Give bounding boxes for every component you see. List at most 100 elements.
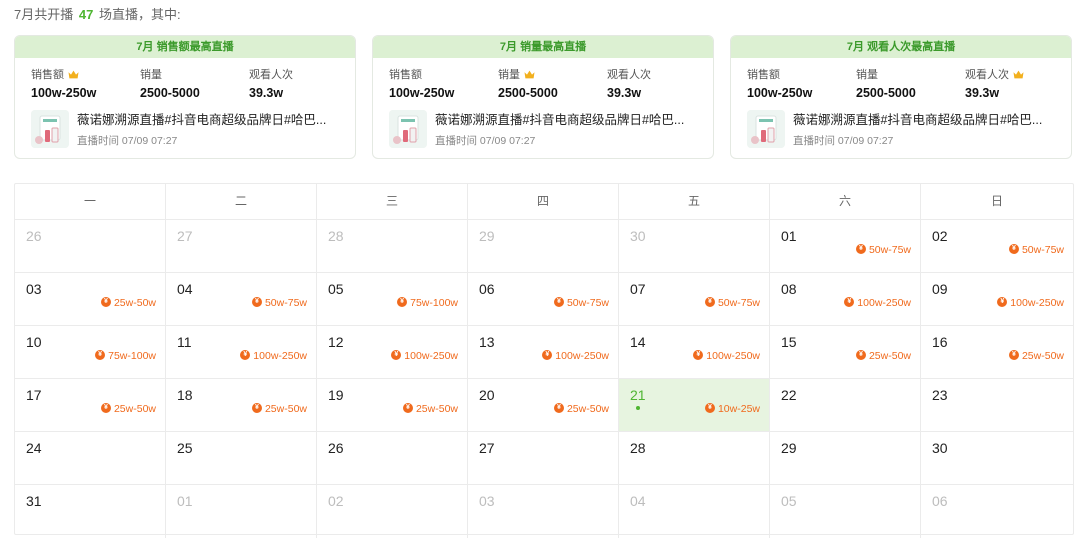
calendar-day[interactable]: 27 [166,220,317,273]
day-number: 11 [177,334,192,350]
day-number: 31 [26,493,42,509]
day-number: 05 [328,281,344,297]
calendar-day[interactable]: 23 [921,379,1073,432]
sales-range-tag: 25w-50w [553,403,609,415]
calendar-day[interactable]: 12 100w-250w [317,326,468,379]
day-number: 25 [177,440,193,456]
metric: 销量 2500-5000 [498,68,606,101]
calendar-day[interactable]: 07 50w-75w [619,273,770,326]
metric-value: 100w-250w [389,86,455,100]
calendar-day[interactable]: 15 25w-50w [770,326,921,379]
calendar-day[interactable]: 26 [317,432,468,485]
sales-range-text: 25w-50w [415,403,458,415]
calendar-day[interactable]: 30 [921,432,1073,485]
calendar-day[interactable]: 01 50w-75w [770,220,921,273]
calendar-day[interactable]: 01 [166,485,317,538]
calendar-day[interactable]: 11 100w-250w [166,326,317,379]
calendar-day[interactable]: 10 75w-100w [15,326,166,379]
day-number: 04 [177,281,193,297]
calendar-day[interactable]: 20 25w-50w [468,379,619,432]
live-time: 直播时间 07/09 07:27 [793,135,894,147]
live-thumbnail[interactable] [389,110,427,148]
crown-icon [1009,69,1024,81]
calendar-day[interactable]: 26 [15,220,166,273]
day-number: 14 [630,334,646,350]
sales-range-tag: 25w-50w [402,403,458,415]
calendar-day[interactable]: 28 [317,220,468,273]
sales-range-text: 10w-25w [717,403,760,415]
coin-icon [553,297,564,307]
day-number: 22 [781,387,797,403]
sales-range-text: 25w-50w [868,350,911,362]
metric: 销量 2500-5000 [140,68,248,101]
sales-range-text: 100w-250w [404,350,458,362]
coin-icon [100,403,111,413]
live-title[interactable]: 薇诺娜溯源直播#抖音电商超级品牌日#哈巴... [793,112,1065,128]
calendar-day[interactable]: 13 100w-250w [468,326,619,379]
metric: 观看人次 39.3w [965,68,1071,101]
calendar-day[interactable]: 24 [15,432,166,485]
calendar-day[interactable]: 08 100w-250w [770,273,921,326]
metric: 观看人次 39.3w [607,68,713,101]
metric: 销售额 100w-250w [389,68,497,101]
sales-range-text: 50w-75w [566,297,609,309]
top-live-card[interactable]: 7月 销售额最高直播 销售额 100w-250w 销量 2500-5000 观看人次 39.… [14,35,356,159]
metric: 销量 2500-5000 [856,68,964,101]
sales-range-text: 50w-75w [264,297,307,309]
calendar-day[interactable]: 09 100w-250w [921,273,1073,326]
calendar-day[interactable]: 17 25w-50w [15,379,166,432]
sales-range-tag: 50w-75w [251,297,307,309]
calendar-day[interactable]: 04 50w-75w [166,273,317,326]
sales-range-text: 25w-50w [113,403,156,415]
day-number: 02 [328,493,344,509]
calendar-day[interactable]: 28 [619,432,770,485]
coin-icon [844,297,855,307]
weekday-label: 二 [166,184,317,219]
sales-range-text: 75w-100w [108,350,156,362]
calendar-day[interactable]: 04 [619,485,770,538]
day-number: 27 [177,228,193,244]
calendar-day[interactable]: 02 50w-75w [921,220,1073,273]
coin-icon [1008,244,1019,254]
calendar-day[interactable]: 14 100w-250w [619,326,770,379]
calendar-day[interactable]: 18 25w-50w [166,379,317,432]
day-number: 03 [26,281,42,297]
day-number: 20 [479,387,495,403]
coin-icon [240,350,251,360]
weekday-label: 日 [990,194,1003,208]
calendar-day[interactable]: 29 [770,432,921,485]
day-number: 06 [932,493,948,509]
calendar-day[interactable]: 06 [921,485,1073,538]
calendar-day[interactable]: 16 25w-50w [921,326,1073,379]
calendar-day[interactable]: 02 [317,485,468,538]
calendar-day-today[interactable]: 21 10w-25w [619,379,770,432]
calendar-day[interactable]: 03 25w-50w [15,273,166,326]
calendar-day[interactable]: 03 [468,485,619,538]
calendar-day[interactable]: 29 [468,220,619,273]
sales-range-text: 50w-75w [1021,244,1064,256]
metric-label: 销售额 [747,68,855,82]
day-number: 06 [479,281,495,297]
calendar-day[interactable]: 30 [619,220,770,273]
calendar-day[interactable]: 27 [468,432,619,485]
top-live-card[interactable]: 7月 销量最高直播 销售额 100w-250w 销量 2500-5000 观看人次 39.3… [372,35,714,159]
calendar-day[interactable]: 22 [770,379,921,432]
sales-range-tag: 75w-100w [95,350,156,362]
live-thumbnail[interactable] [747,110,785,148]
calendar-day[interactable]: 19 25w-50w [317,379,468,432]
calendar-day[interactable]: 05 75w-100w [317,273,468,326]
calendar-day[interactable]: 25 [166,432,317,485]
metric: 销售额 100w-250w [31,68,139,101]
day-number: 03 [479,493,495,509]
calendar-day[interactable]: 06 50w-75w [468,273,619,326]
top-live-card[interactable]: 7月 观看人次最高直播 销售额 100w-250w 销量 2500-5000 观看人次 39… [730,35,1072,159]
day-number: 05 [781,493,797,509]
live-title[interactable]: 薇诺娜溯源直播#抖音电商超级品牌日#哈巴... [435,112,707,128]
calendar-day[interactable]: 31 [15,485,166,538]
sales-range-text: 100w-250w [555,350,609,362]
metric-label: 观看人次 [249,68,355,82]
day-number: 28 [630,440,646,456]
live-thumbnail[interactable] [31,110,69,148]
calendar-day[interactable]: 05 [770,485,921,538]
live-title[interactable]: 薇诺娜溯源直播#抖音电商超级品牌日#哈巴... [77,112,349,128]
